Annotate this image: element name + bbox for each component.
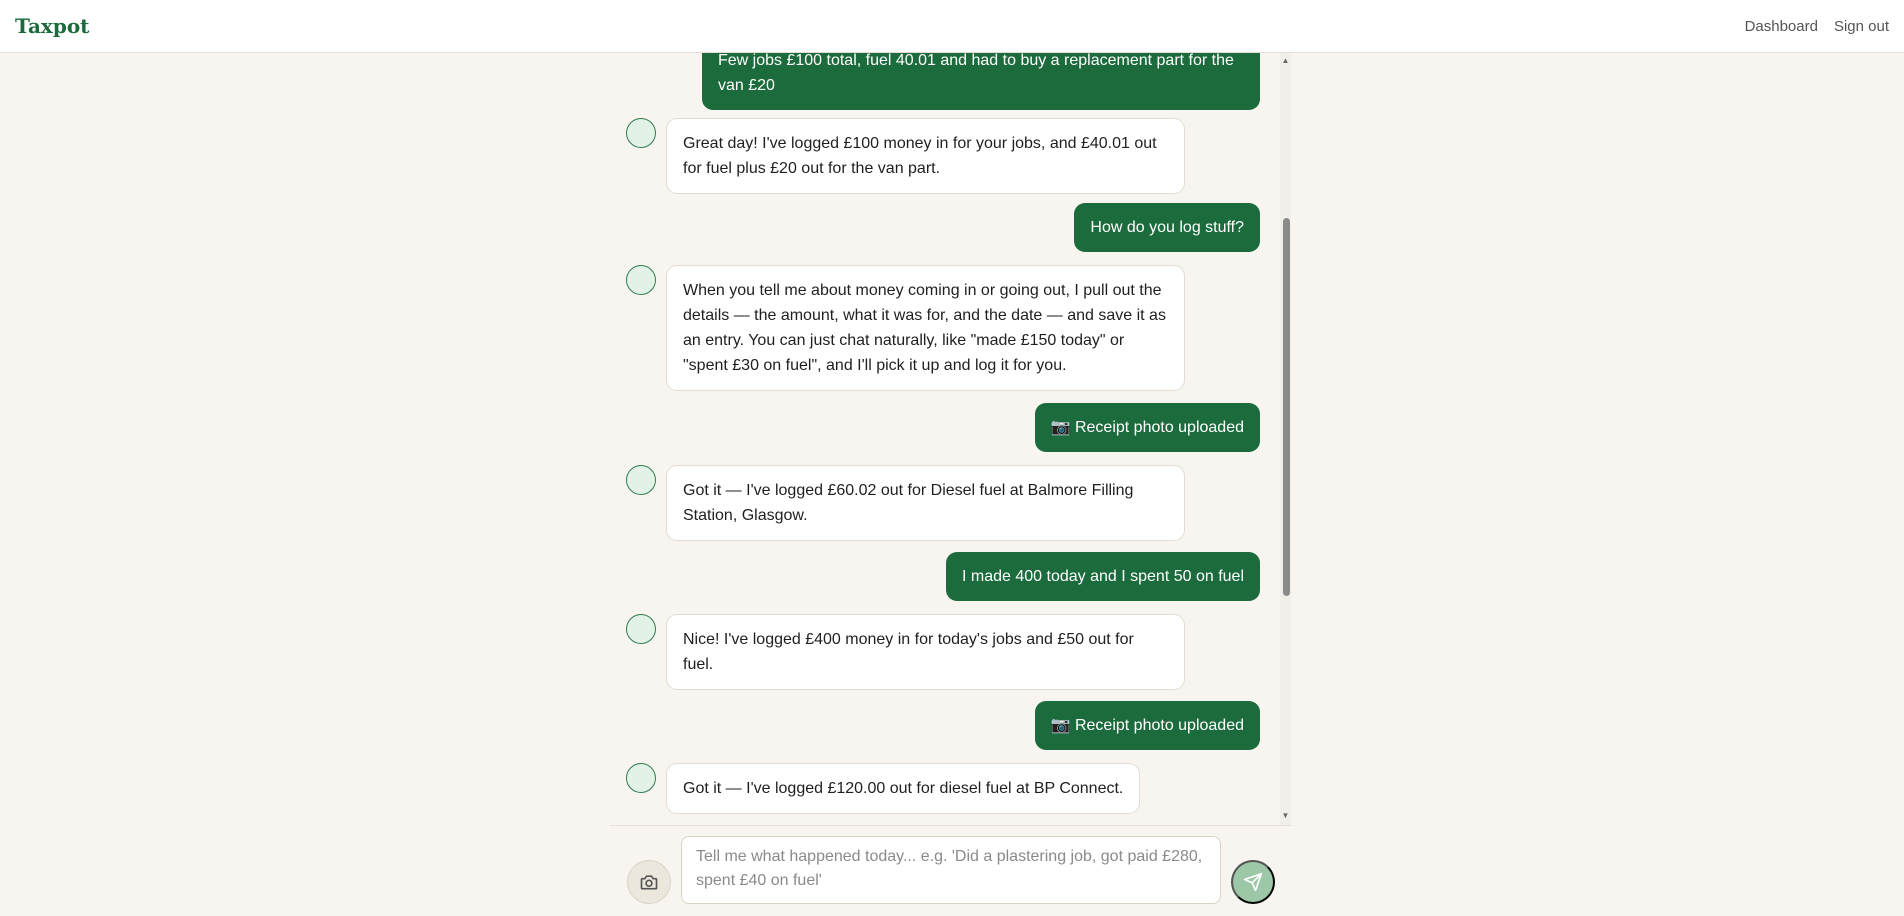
assistant-avatar — [626, 118, 656, 148]
assistant-avatar — [626, 763, 656, 793]
message-list: Few jobs £100 total, fuel 40.01 and had … — [610, 53, 1291, 825]
brand-logo[interactable]: Taxpot — [15, 14, 89, 38]
top-bar: Taxpot Dashboard Sign out — [0, 0, 1904, 53]
top-nav: Dashboard Sign out — [1745, 18, 1889, 35]
assistant-avatar — [626, 465, 656, 495]
assistant-message: Got it — I've logged £120.00 out for die… — [666, 763, 1141, 814]
assistant-message: Got it — I've logged £60.02 out for Dies… — [666, 465, 1185, 541]
user-message: 📷 Receipt photo uploaded — [1034, 701, 1260, 750]
scroll-down-arrow-icon[interactable]: ▼ — [1281, 811, 1290, 820]
user-message: I made 400 today and I spent 50 on fuel — [946, 552, 1260, 601]
assistant-avatar — [626, 614, 656, 644]
composer-bar — [610, 825, 1291, 916]
scroll-thumb[interactable] — [1283, 218, 1290, 596]
user-message: 📷 Receipt photo uploaded — [1034, 403, 1260, 452]
scroll-up-arrow-icon[interactable]: ▲ — [1281, 56, 1290, 65]
user-message: How do you log stuff? — [1074, 203, 1260, 252]
user-message: Few jobs £100 total, fuel 40.01 and had … — [702, 53, 1260, 110]
camera-icon — [640, 875, 658, 890]
assistant-avatar — [626, 265, 656, 295]
assistant-message: Nice! I've logged £400 money in for toda… — [666, 614, 1185, 690]
message-scrollbar[interactable]: ▲ ▼ — [1280, 53, 1291, 825]
upload-photo-button[interactable] — [627, 860, 671, 904]
message-input[interactable] — [681, 836, 1221, 904]
assistant-message: When you tell me about money coming in o… — [666, 265, 1185, 391]
sign-out-link[interactable]: Sign out — [1834, 18, 1889, 35]
chat-panel: Few jobs £100 total, fuel 40.01 and had … — [610, 53, 1291, 825]
assistant-message: Great day! I've logged £100 money in for… — [666, 118, 1185, 194]
send-button[interactable] — [1231, 860, 1275, 904]
dashboard-link[interactable]: Dashboard — [1745, 18, 1818, 35]
send-icon — [1243, 872, 1263, 892]
